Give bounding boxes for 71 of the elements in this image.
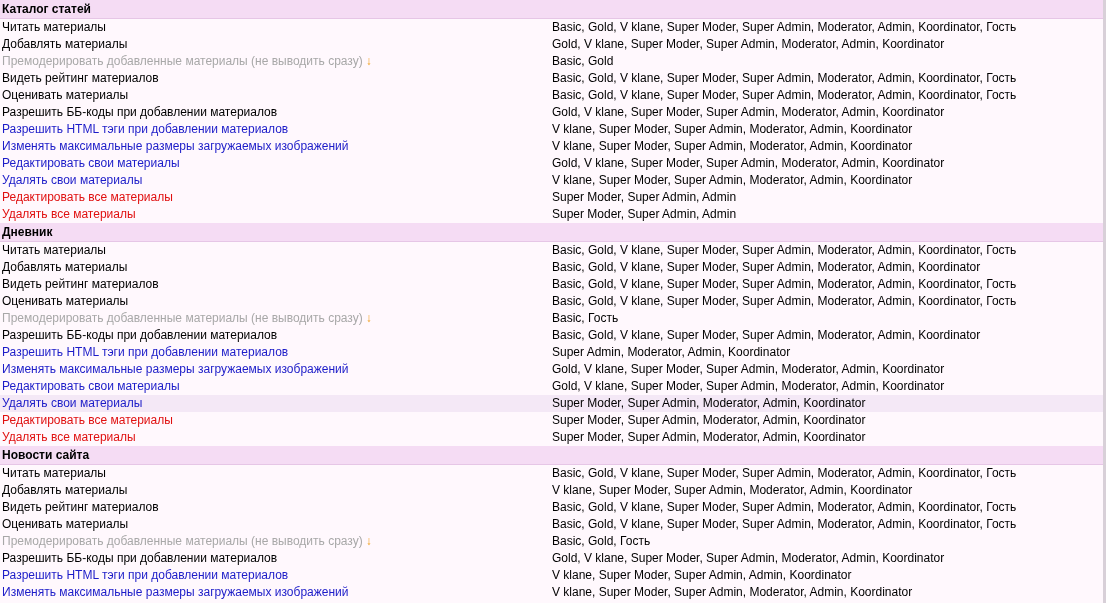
permission-label: Читать материалы <box>2 242 106 259</box>
group-list: Basic, Gold, V klane, Super Moder, Super Admin, Moderator, Admin, Koordinator, Гость <box>550 19 1017 36</box>
group-list: Basic, Gold, V klane, Super Moder, Super Admin, Moderator, Admin, Koordinator, Гость <box>550 70 1017 87</box>
permission-label[interactable]: Редактировать все материалы <box>2 189 173 206</box>
permission-label[interactable]: Редактировать свои материалы <box>2 155 180 172</box>
section-header: Дневник <box>0 223 1103 242</box>
arrow-icon: ↓ <box>365 310 372 327</box>
group-list: Basic, Gold, V klane, Super Moder, Super Admin, Moderator, Admin, Koordinator, Гость <box>550 87 1017 104</box>
group-list: Super Admin, Moderator, Admin, Koordinator <box>550 344 791 361</box>
permission-label: Разрешить ББ-коды при добавлении материалов <box>2 327 278 344</box>
permission-label[interactable]: Разрешить HTML тэги при добавлении материалов <box>2 121 289 138</box>
group-list: Basic, Gold, V klane, Super Moder, Super Admin, Moderator, Admin, Koordinator <box>550 259 981 276</box>
group-list: Basic, Gold, V klane, Super Moder, Super Admin, Moderator, Admin, Koordinator, Гость <box>550 293 1017 310</box>
permission-label: Добавлять материалы <box>2 36 128 53</box>
permission-label[interactable]: Разрешить HTML тэги при добавлении материалов <box>2 567 289 584</box>
group-list: V klane, Super Moder, Super Admin, Moderator, Admin, Koordinator <box>550 138 913 155</box>
permission-label[interactable]: Удалять свои материалы <box>2 395 143 412</box>
group-list: Basic, Gold, V klane, Super Moder, Super Admin, Moderator, Admin, Koordinator, Гость <box>550 516 1017 533</box>
permission-label[interactable]: Разрешить HTML тэги при добавлении материалов <box>2 344 289 361</box>
group-list: Basic, Gold, V klane, Super Moder, Super Admin, Moderator, Admin, Koordinator, Гость <box>550 242 1017 259</box>
permission-label: Читать материалы <box>2 19 106 36</box>
group-list: Gold, V klane, Super Moder, Super Admin, Moderator, Admin, Koordinator <box>550 378 945 395</box>
permission-label: Разрешить ББ-коды при добавлении материалов <box>2 104 278 121</box>
permission-label: Читать материалы <box>2 465 106 482</box>
permission-label: Оценивать материалы <box>2 516 129 533</box>
arrow-icon: ↓ <box>365 533 372 550</box>
permission-label[interactable]: Изменять максимальные размеры загружаемых изображений <box>2 138 349 155</box>
arrow-icon: ↓ <box>365 53 372 70</box>
group-list: Gold, V klane, Super Moder, Super Admin, Moderator, Admin, Koordinator <box>550 155 945 172</box>
group-list: V klane, Super Moder, Super Admin, Admin, Koordinator <box>550 567 852 584</box>
group-list: Basic, Gold, V klane, Super Moder, Super Admin, Moderator, Admin, Koordinator, Гость <box>550 465 1017 482</box>
permission-label: Добавлять материалы <box>2 482 128 499</box>
permission-label: Видеть рейтинг материалов <box>2 276 159 293</box>
group-list: Gold, V klane, Super Moder, Super Admin, Moderator, Admin, Koordinator <box>550 36 945 53</box>
permission-label: Добавлять материалы <box>2 259 128 276</box>
group-list: Gold, V klane, Super Moder, Super Admin, Moderator, Admin, Koordinator <box>550 550 945 567</box>
group-list: Super Moder, Super Admin, Admin <box>550 206 737 223</box>
section-header: Каталог статей <box>0 0 1103 19</box>
permission-label[interactable]: Удалять свои материалы <box>2 172 143 189</box>
permission-row[interactable]: Удалять свои материалы Super Moder, Super Admin, Moderator, Admin, Koordinator <box>0 395 1103 412</box>
permission-label: Оценивать материалы <box>2 87 129 104</box>
group-list: Basic, Gold, V klane, Super Moder, Super Admin, Moderator, Admin, Koordinator, Гость <box>550 499 1017 516</box>
permission-label: Видеть рейтинг материалов <box>2 499 159 516</box>
permission-label[interactable]: Удалять все материалы <box>2 429 136 446</box>
group-list: Basic, Гость <box>550 310 619 327</box>
group-list: V klane, Super Moder, Super Admin, Moderator, Admin, Koordinator <box>550 482 913 499</box>
permission-label[interactable]: Редактировать свои материалы <box>2 378 180 395</box>
permission-label: Премодерировать добавленные материалы (не выводить сразу) <box>2 310 363 327</box>
permission-label: Оценивать материалы <box>2 293 129 310</box>
group-list: Super Moder, Super Admin, Moderator, Admin, Koordinator <box>550 395 866 412</box>
group-list: Gold, V klane, Super Moder, Super Admin, Moderator, Admin, Koordinator <box>550 361 945 378</box>
group-list: Gold, V klane, Super Moder, Super Admin, Moderator, Admin, Koordinator <box>550 104 945 121</box>
group-list: V klane, Super Moder, Super Admin, Moderator, Admin, Koordinator <box>550 121 913 138</box>
permission-label[interactable]: Удалять все материалы <box>2 206 136 223</box>
permission-label[interactable]: Изменять максимальные размеры загружаемых изображений <box>2 584 349 601</box>
group-list: Super Moder, Super Admin, Moderator, Admin, Koordinator <box>550 412 866 429</box>
group-list: Basic, Gold, V klane, Super Moder, Super Admin, Moderator, Admin, Koordinator, Гость <box>550 276 1017 293</box>
permission-label[interactable]: Редактировать все материалы <box>2 412 173 429</box>
permission-label: Премодерировать добавленные материалы (не выводить сразу) <box>2 533 363 550</box>
section-header: Новости сайта <box>0 446 1103 465</box>
group-list: Basic, Gold <box>550 53 614 70</box>
group-list: Super Moder, Super Admin, Moderator, Admin, Koordinator <box>550 429 866 446</box>
permission-label[interactable]: Изменять максимальные размеры загружаемых изображений <box>2 361 349 378</box>
permission-label: Разрешить ББ-коды при добавлении материалов <box>2 550 278 567</box>
group-list: Basic, Gold, V klane, Super Moder, Super Admin, Moderator, Admin, Koordinator <box>550 327 981 344</box>
group-list: V klane, Super Moder, Super Admin, Moderator, Admin, Koordinator <box>550 584 913 601</box>
permission-label: Премодерировать добавленные материалы (не выводить сразу) <box>2 53 363 70</box>
group-list: V klane, Super Moder, Super Admin, Moderator, Admin, Koordinator <box>550 172 913 189</box>
group-list: Super Moder, Super Admin, Admin <box>550 189 737 206</box>
group-list: Basic, Gold, Гость <box>550 533 651 550</box>
permission-label: Видеть рейтинг материалов <box>2 70 159 87</box>
